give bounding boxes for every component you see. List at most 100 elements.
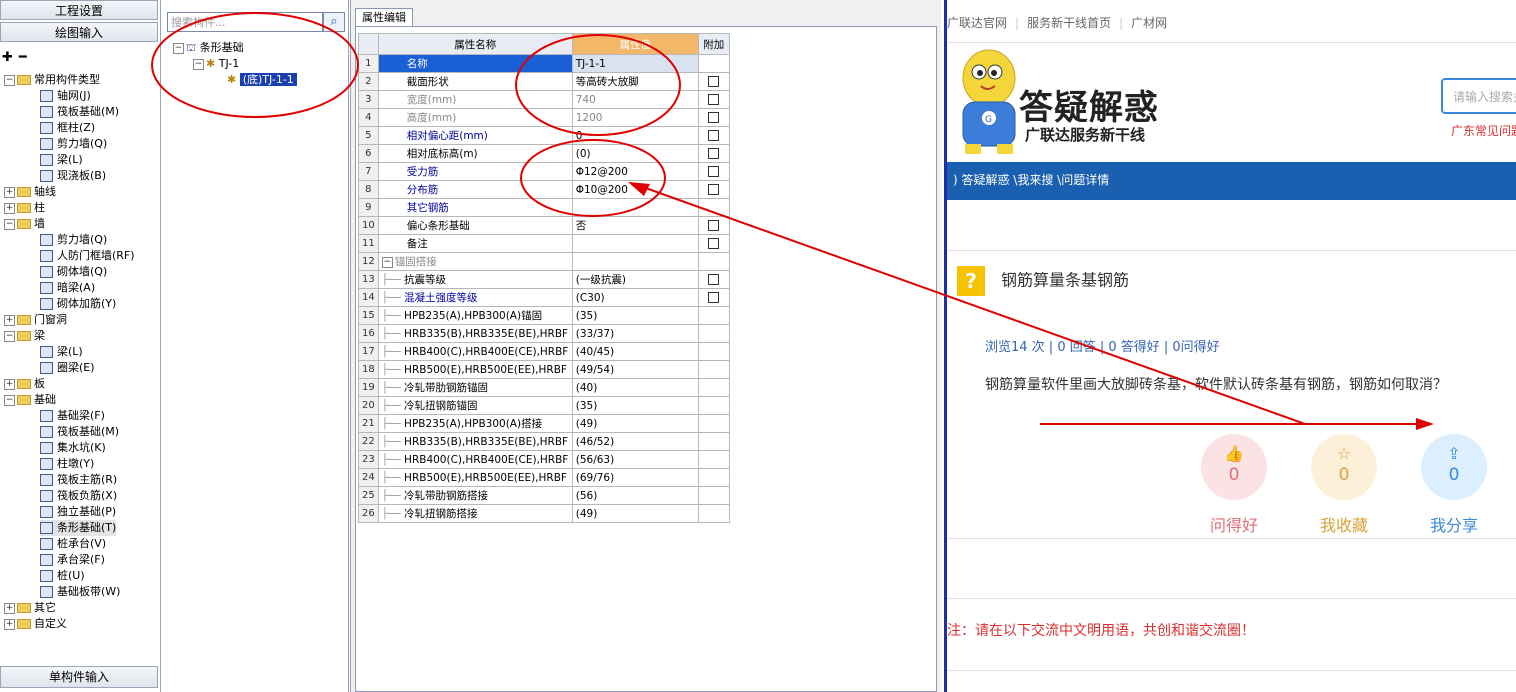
tree-item[interactable]: 砌体墙(Q) [40, 264, 107, 280]
extra-checkbox[interactable] [708, 166, 720, 177]
property-value[interactable]: (46/52) [571, 432, 699, 451]
tree-item[interactable]: 柱墩(Y) [40, 456, 94, 472]
drawing-input-button[interactable]: 绘图输入 [0, 22, 158, 42]
extra-checkbox[interactable] [708, 94, 720, 105]
property-row[interactable]: 12− 锚固搭接 [358, 252, 730, 271]
tree-item[interactable]: 承台梁(F) [40, 552, 105, 568]
property-value[interactable] [571, 234, 699, 253]
ask-good-button[interactable]: 👍 0 [1201, 434, 1267, 500]
expand-collapse-icons[interactable]: ✚ ━ [2, 50, 27, 65]
property-row[interactable]: 10 偏心条形基础 否 [358, 216, 730, 235]
tree-folder[interactable]: + 板 [4, 376, 45, 392]
property-row[interactable]: 13 ├── 抗震等级 (一级抗震) [358, 270, 730, 289]
property-value[interactable]: (56/63) [571, 450, 699, 469]
property-row[interactable]: 4 高度(mm) 1200 [358, 108, 730, 127]
tree-item[interactable]: 剪力墙(Q) [40, 232, 107, 248]
property-row[interactable]: 23 ├── HRB400(C),HRB400E(CE),HRBF (56/63) [358, 450, 730, 469]
favorite-button[interactable]: ☆ 0 [1311, 434, 1377, 500]
collapse-icon[interactable]: − [4, 218, 15, 230]
tree-item[interactable]: 轴网(J) [40, 88, 91, 104]
property-row[interactable]: 24 ├── HRB500(E),HRB500E(EE),HRBF (69/76) [358, 468, 730, 487]
collapse-icon[interactable]: − [4, 394, 15, 406]
property-value[interactable]: 等高砖大放脚 [571, 72, 699, 91]
tree-item[interactable]: 独立基础(P) [40, 504, 116, 520]
component-list-item[interactable]: − ✱ TJ-1 [193, 56, 239, 72]
link-material-site[interactable]: 广材网 [1131, 16, 1167, 30]
extra-checkbox[interactable] [708, 274, 720, 285]
property-value[interactable]: (0) [571, 144, 699, 163]
single-component-input-button[interactable]: 单构件输入 [0, 666, 158, 688]
property-row[interactable]: 26 ├── 冷轧扭钢筋搭接 (49) [358, 504, 730, 523]
collapse-icon[interactable]: − [4, 74, 15, 86]
tree-folder[interactable]: − 墙 [4, 216, 45, 232]
tree-item[interactable]: 梁(L) [40, 344, 83, 360]
expand-icon[interactable]: + [4, 202, 15, 214]
property-row[interactable]: 20 ├── 冷轧扭钢筋锚固 (35) [358, 396, 730, 415]
tree-folder[interactable]: + 其它 [4, 600, 56, 616]
property-row[interactable]: 14 ├── 混凝土强度等级 (C30) [358, 288, 730, 307]
property-value[interactable]: (69/76) [571, 468, 699, 487]
tree-item[interactable]: 桩(U) [40, 568, 85, 584]
property-row[interactable]: 5 相对偏心距(mm) 0 [358, 126, 730, 145]
property-row[interactable]: 22 ├── HRB335(B),HRB335E(BE),HRBF (46/52) [358, 432, 730, 451]
tree-item[interactable]: 砌体加筋(Y) [40, 296, 116, 312]
property-row[interactable]: 1 名称 TJ-1-1 [358, 54, 730, 73]
link-service-home[interactable]: 服务新干线首页 [1027, 16, 1111, 30]
tree-folder[interactable]: + 门窗洞 [4, 312, 67, 328]
tree-folder[interactable]: + 柱 [4, 200, 45, 216]
site-search-input[interactable]: 请输入搜索关 [1441, 78, 1516, 114]
property-row[interactable]: 6 相对底标高(m) (0) [358, 144, 730, 163]
collapse-icon[interactable]: − [381, 256, 393, 268]
property-row[interactable]: 11 备注 [358, 234, 730, 253]
tree-item[interactable]: 筏板主筋(R) [40, 472, 117, 488]
property-value[interactable]: (40) [571, 378, 699, 397]
property-value[interactable]: (35) [571, 396, 699, 415]
property-row[interactable]: 8 分布筋 Φ10@200 [358, 180, 730, 199]
property-value[interactable]: TJ-1-1 [571, 54, 699, 73]
property-value[interactable]: Φ10@200 [571, 180, 699, 199]
property-row[interactable]: 7 受力筋 Φ12@200 [358, 162, 730, 181]
property-row[interactable]: 19 ├── 冷轧带肋钢筋锚固 (40) [358, 378, 730, 397]
tree-item[interactable]: 框柱(Z) [40, 120, 95, 136]
tree-item[interactable]: 现浇板(B) [40, 168, 106, 184]
tree-folder[interactable]: + 轴线 [4, 184, 56, 200]
collapse-all-icon[interactable]: ━ [19, 50, 27, 65]
ask-good-label[interactable]: 问得好 [1194, 512, 1274, 536]
favorite-label[interactable]: 我收藏 [1304, 512, 1384, 536]
property-value[interactable]: (一级抗震) [571, 270, 699, 289]
property-value[interactable]: (35) [571, 306, 699, 325]
extra-checkbox[interactable] [708, 130, 720, 141]
tree-item[interactable]: 人防门框墙(RF) [40, 248, 135, 264]
property-value[interactable] [571, 252, 699, 271]
faq-link[interactable]: 广东常见问题 [1451, 122, 1516, 139]
collapse-icon[interactable]: − [173, 42, 184, 54]
property-value[interactable]: (40/45) [571, 342, 699, 361]
link-glodon[interactable]: 广联达官网 [947, 16, 1007, 30]
tree-item[interactable]: 桩承台(V) [40, 536, 106, 552]
property-value[interactable]: 0 [571, 126, 699, 145]
expand-icon[interactable]: + [4, 378, 15, 390]
tab-property-edit[interactable]: 属性编辑 [355, 8, 413, 27]
tree-folder[interactable]: − 常用构件类型 [4, 72, 100, 88]
property-row[interactable]: 25 ├── 冷轧带肋钢筋搭接 (56) [358, 486, 730, 505]
tree-item[interactable]: 暗梁(A) [40, 280, 95, 296]
tree-folder[interactable]: + 自定义 [4, 616, 67, 632]
expand-icon[interactable]: + [4, 314, 15, 326]
extra-checkbox[interactable] [708, 76, 720, 87]
tree-folder[interactable]: − 梁 [4, 328, 45, 344]
property-value[interactable]: (33/37) [571, 324, 699, 343]
property-value[interactable]: 否 [571, 216, 699, 235]
expand-icon[interactable]: + [4, 618, 15, 630]
property-row[interactable]: 15 ├── HPB235(A),HPB300(A)锚固 (35) [358, 306, 730, 325]
property-row[interactable]: 2 截面形状 等高砖大放脚 [358, 72, 730, 91]
property-value[interactable]: (C30) [571, 288, 699, 307]
tree-item[interactable]: 筏板负筋(X) [40, 488, 117, 504]
tree-item[interactable]: 剪力墙(Q) [40, 136, 107, 152]
property-row[interactable]: 16 ├── HRB335(B),HRB335E(BE),HRBF (33/37) [358, 324, 730, 343]
property-row[interactable]: 3 宽度(mm) 740 [358, 90, 730, 109]
project-settings-button[interactable]: 工程设置 [0, 0, 158, 20]
component-search-input[interactable]: 搜索构件... [167, 12, 323, 32]
property-row[interactable]: 18 ├── HRB500(E),HRB500E(EE),HRBF (49/54) [358, 360, 730, 379]
expand-icon[interactable]: + [4, 186, 15, 198]
expand-all-icon[interactable]: ✚ [2, 50, 13, 65]
